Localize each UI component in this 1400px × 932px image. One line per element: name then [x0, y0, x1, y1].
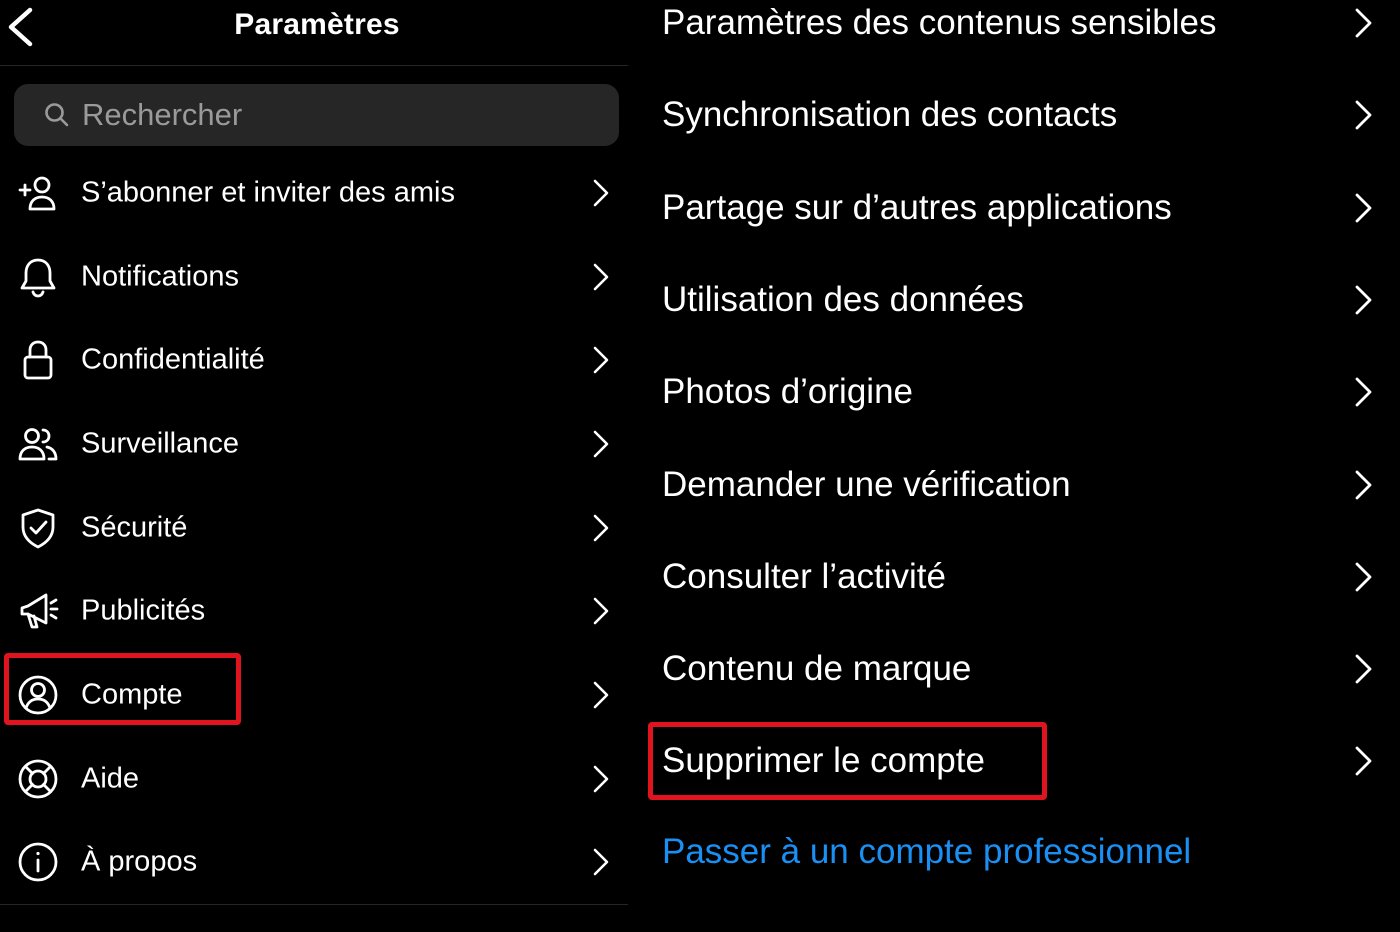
chevron-right-icon	[590, 177, 612, 209]
lock-icon	[16, 338, 60, 382]
menu-item-label: Publicités	[81, 594, 206, 627]
search-input[interactable]	[82, 97, 602, 133]
menu-item-notifications[interactable]: Notifications	[0, 237, 628, 317]
menu-item-privacy[interactable]: Confidentialité	[0, 320, 628, 400]
menu-item-request-verification[interactable]: Demander une vérification	[628, 442, 1400, 528]
menu-item-ads[interactable]: Publicités	[0, 571, 628, 651]
chevron-right-icon	[1352, 282, 1376, 318]
menu-item-label: Synchronisation des contacts	[662, 95, 1118, 134]
menu-item-data-usage[interactable]: Utilisation des données	[628, 257, 1400, 343]
chevron-right-icon	[1352, 190, 1376, 226]
page-title: Paramètres	[234, 8, 400, 41]
menu-item-sharing-other-apps[interactable]: Partage sur d’autres applications	[628, 165, 1400, 251]
chevron-right-icon	[1352, 651, 1376, 687]
menu-item-label: Demander une vérification	[662, 465, 1071, 504]
menu-item-label: Surveillance	[81, 427, 239, 460]
menu-item-label: Utilisation des données	[662, 280, 1024, 319]
settings-screen: Paramètres S’abonner et inviter des amis	[0, 0, 1400, 932]
divider	[0, 904, 628, 905]
menu-item-label: Aide	[81, 762, 140, 795]
menu-item-label: Photos d’origine	[662, 372, 913, 411]
people-icon	[16, 422, 60, 466]
menu-item-label: Notifications	[81, 260, 239, 293]
menu-item-original-photos[interactable]: Photos d’origine	[628, 349, 1400, 435]
menu-item-label: Confidentialité	[81, 343, 265, 376]
highlight-box-delete-account	[648, 722, 1047, 800]
highlight-box-account	[4, 653, 241, 725]
menu-item-label: Partage sur d’autres applications	[662, 188, 1172, 227]
chevron-right-icon	[590, 261, 612, 293]
lifebuoy-icon	[16, 757, 60, 801]
menu-item-sensitive-content[interactable]: Paramètres des contenus sensibles	[628, 0, 1400, 66]
menu-item-label: Consulter l’activité	[662, 557, 946, 596]
menu-item-about[interactable]: À propos	[0, 822, 628, 902]
menu-item-label: Sécurité	[81, 511, 188, 544]
menu-item-contact-sync[interactable]: Synchronisation des contacts	[628, 72, 1400, 158]
settings-left-panel: Paramètres S’abonner et inviter des amis	[0, 0, 628, 932]
add-person-icon	[16, 171, 60, 215]
search-icon	[45, 103, 69, 127]
menu-item-label: À propos	[81, 845, 198, 878]
chevron-right-icon	[1352, 743, 1376, 779]
chevron-right-icon	[590, 679, 612, 711]
chevron-right-icon	[1352, 5, 1376, 41]
megaphone-icon	[16, 589, 60, 633]
chevron-right-icon	[590, 846, 612, 878]
info-icon	[16, 840, 60, 884]
chevron-right-icon	[1352, 374, 1376, 410]
chevron-right-icon	[1352, 467, 1376, 503]
chevron-right-icon	[590, 344, 612, 376]
settings-header: Paramètres	[0, 0, 628, 66]
shield-check-icon	[16, 506, 60, 550]
menu-item-label: S’abonner et inviter des amis	[81, 176, 455, 209]
menu-item-label: Paramètres des contenus sensibles	[662, 3, 1217, 42]
chevron-right-icon	[590, 512, 612, 544]
menu-item-supervision[interactable]: Surveillance	[0, 404, 628, 484]
menu-item-review-activity[interactable]: Consulter l’activité	[628, 534, 1400, 620]
menu-item-help[interactable]: Aide	[0, 739, 628, 819]
account-settings-right-panel: Paramètres des contenus sensibles Synchr…	[628, 0, 1400, 932]
switch-to-professional-link[interactable]: Passer à un compte professionnel	[662, 832, 1191, 872]
bell-icon	[16, 255, 60, 299]
menu-item-security[interactable]: Sécurité	[0, 488, 628, 568]
chevron-right-icon	[1352, 559, 1376, 595]
chevron-right-icon	[1352, 97, 1376, 133]
chevron-right-icon	[590, 595, 612, 627]
menu-item-follow-invite[interactable]: S’abonner et inviter des amis	[0, 153, 628, 233]
menu-item-branded-content[interactable]: Contenu de marque	[628, 626, 1400, 712]
chevron-right-icon	[590, 428, 612, 460]
menu-item-label: Contenu de marque	[662, 649, 972, 688]
chevron-right-icon	[590, 763, 612, 795]
search-bar[interactable]	[14, 84, 619, 146]
